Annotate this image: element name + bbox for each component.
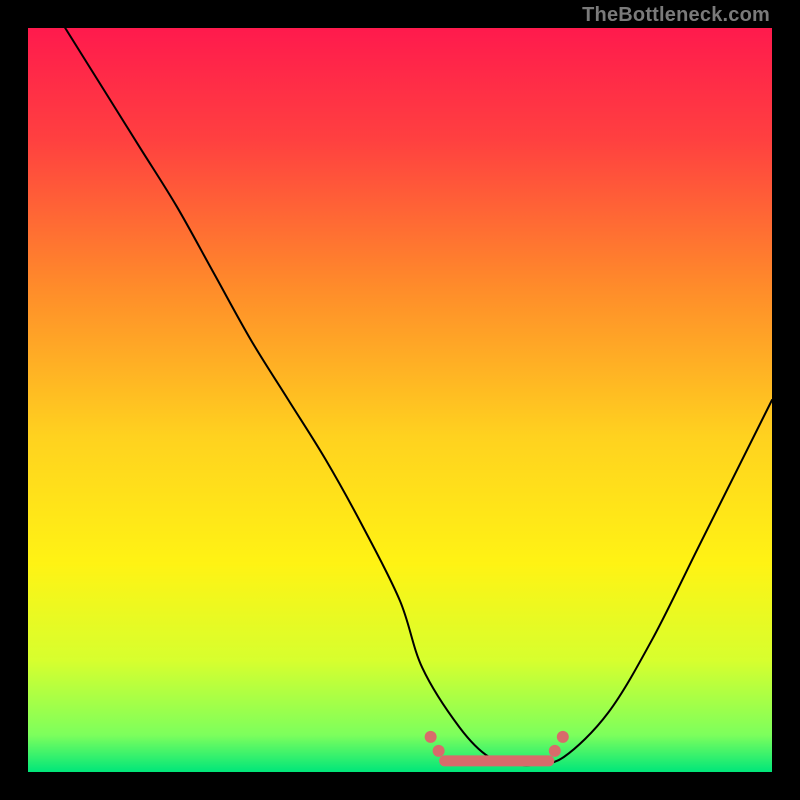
plot-area: [28, 28, 772, 772]
chart-frame: TheBottleneck.com: [0, 0, 800, 800]
attribution-label: TheBottleneck.com: [582, 4, 770, 27]
bottleneck-curve: [28, 28, 772, 772]
